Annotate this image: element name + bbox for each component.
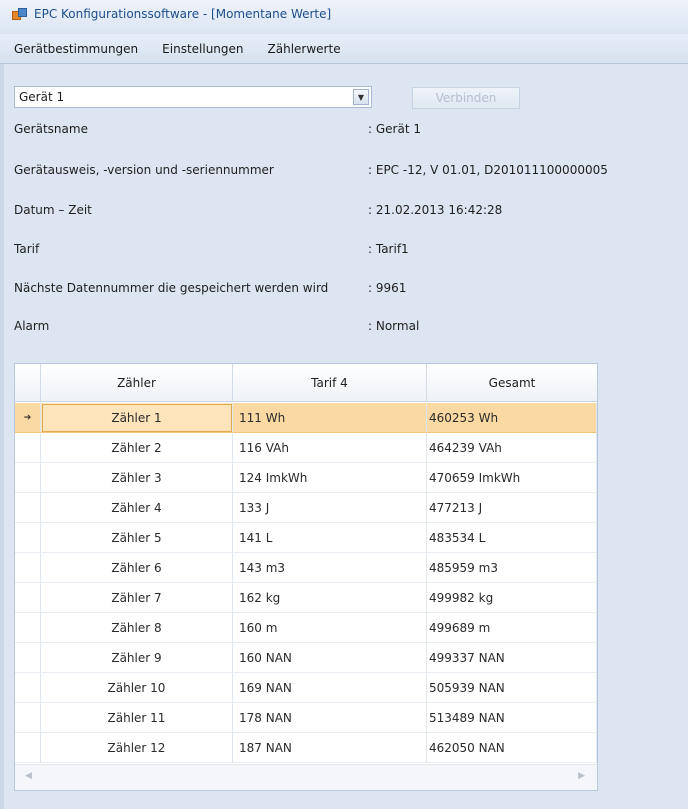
info-label-alarm: Alarm bbox=[14, 319, 50, 333]
table-row[interactable]: Zähler 7 162 kg 499982 kg bbox=[15, 583, 597, 613]
menu-zaehlerwerte[interactable]: Zählerwerte bbox=[268, 42, 341, 56]
horizontal-scrollbar[interactable]: ◀ ▶ bbox=[15, 764, 597, 790]
cell-tarif[interactable]: 169 NAN bbox=[233, 673, 427, 703]
cell-gesamt[interactable]: 470659 ImkWh bbox=[427, 463, 597, 493]
cell-zaehler[interactable]: Zähler 12 bbox=[41, 733, 233, 763]
table-row[interactable]: ➔ Zähler 1 111 Wh 460253 Wh bbox=[15, 403, 597, 433]
info-label-naechste-datennummer: Nächste Datennummer die gespeichert werd… bbox=[14, 281, 329, 295]
cell-zaehler[interactable]: Zähler 11 bbox=[41, 703, 233, 733]
row-selector[interactable] bbox=[15, 583, 41, 613]
title-bar: EPC Konfigurationssoftware - [Momentane … bbox=[0, 0, 688, 34]
cell-tarif[interactable]: 160 NAN bbox=[233, 643, 427, 673]
cell-gesamt[interactable]: 483534 L bbox=[427, 523, 597, 553]
cell-gesamt[interactable]: 499689 m bbox=[427, 613, 597, 643]
app-icon bbox=[12, 8, 28, 22]
table-row[interactable]: Zähler 5 141 L 483534 L bbox=[15, 523, 597, 553]
row-selector[interactable] bbox=[15, 673, 41, 703]
cell-zaehler[interactable]: Zähler 4 bbox=[41, 493, 233, 523]
device-select[interactable]: Gerät 1 ▼ bbox=[14, 86, 372, 108]
row-header-corner bbox=[15, 364, 41, 402]
scroll-right-icon[interactable]: ▶ bbox=[578, 771, 585, 781]
info-value-alarm: : Normal bbox=[368, 319, 420, 333]
table-row[interactable]: Zähler 8 160 m 499689 m bbox=[15, 613, 597, 643]
row-selector[interactable] bbox=[15, 613, 41, 643]
cell-tarif[interactable]: 111 Wh bbox=[233, 403, 427, 433]
cell-gesamt[interactable]: 477213 J bbox=[427, 493, 597, 523]
row-selector[interactable] bbox=[15, 553, 41, 583]
menu-bar: Gerätbestimmungen Einstellungen Zählerwe… bbox=[0, 34, 688, 64]
device-select-value: Gerät 1 bbox=[19, 90, 65, 104]
table-row[interactable]: Zähler 11 178 NAN 513489 NAN bbox=[15, 703, 597, 733]
table-row[interactable]: Zähler 2 116 VAh 464239 VAh bbox=[15, 433, 597, 463]
cell-zaehler[interactable]: Zähler 10 bbox=[41, 673, 233, 703]
cell-gesamt[interactable]: 505939 NAN bbox=[427, 673, 597, 703]
row-selector[interactable] bbox=[15, 703, 41, 733]
cell-tarif[interactable]: 187 NAN bbox=[233, 733, 427, 763]
column-header-gesamt[interactable]: Gesamt bbox=[427, 364, 597, 402]
scroll-left-icon[interactable]: ◀ bbox=[25, 771, 32, 781]
cell-zaehler[interactable]: Zähler 2 bbox=[41, 433, 233, 463]
menu-geraetbestimmungen[interactable]: Gerätbestimmungen bbox=[14, 42, 138, 56]
counter-table: Zähler Tarif 4 Gesamt ➔ Zähler 1 111 Wh 460… bbox=[14, 363, 598, 791]
column-header-tarif[interactable]: Tarif 4 bbox=[233, 364, 427, 402]
cell-gesamt[interactable]: 460253 Wh bbox=[427, 403, 597, 433]
info-label-datum-zeit: Datum – Zeit bbox=[14, 203, 92, 217]
cell-gesamt[interactable]: 513489 NAN bbox=[427, 703, 597, 733]
cell-zaehler[interactable]: Zähler 6 bbox=[41, 553, 233, 583]
connect-button[interactable]: Verbinden bbox=[412, 87, 520, 109]
info-value-datum-zeit: : 21.02.2013 16:42:28 bbox=[368, 203, 503, 217]
info-label-geraetausweis: Gerätausweis, -version und -seriennummer bbox=[14, 163, 274, 177]
info-value-geraetsname: : Gerät 1 bbox=[368, 122, 421, 136]
cell-gesamt[interactable]: 462050 NAN bbox=[427, 733, 597, 763]
row-selector[interactable] bbox=[15, 463, 41, 493]
cell-gesamt[interactable]: 464239 VAh bbox=[427, 433, 597, 463]
cell-gesamt[interactable]: 499337 NAN bbox=[427, 643, 597, 673]
cell-zaehler[interactable]: Zähler 3 bbox=[41, 463, 233, 493]
cell-zaehler[interactable]: Zähler 7 bbox=[41, 583, 233, 613]
info-value-geraetausweis: : EPC -12, V 01.01, D201011100000005 bbox=[368, 163, 608, 177]
info-value-naechste-datennummer: : 9961 bbox=[368, 281, 407, 295]
cell-tarif[interactable]: 160 m bbox=[233, 613, 427, 643]
cell-zaehler[interactable]: Zähler 8 bbox=[41, 613, 233, 643]
cell-tarif[interactable]: 124 ImkWh bbox=[233, 463, 427, 493]
row-selector[interactable] bbox=[15, 523, 41, 553]
table-row[interactable]: Zähler 6 143 m3 485959 m3 bbox=[15, 553, 597, 583]
chevron-down-icon[interactable]: ▼ bbox=[353, 89, 369, 105]
table-row[interactable]: Zähler 9 160 NAN 499337 NAN bbox=[15, 643, 597, 673]
info-value-tarif: : Tarif1 bbox=[368, 242, 409, 256]
cell-tarif[interactable]: 178 NAN bbox=[233, 703, 427, 733]
cell-zaehler[interactable]: Zähler 1 bbox=[41, 403, 233, 433]
column-header-zaehler[interactable]: Zähler bbox=[41, 364, 233, 402]
row-selector[interactable] bbox=[15, 493, 41, 523]
cell-gesamt[interactable]: 499982 kg bbox=[427, 583, 597, 613]
table-row[interactable]: Zähler 12 187 NAN 462050 NAN bbox=[15, 733, 597, 763]
row-selector[interactable] bbox=[15, 643, 41, 673]
table-row[interactable]: Zähler 4 133 J 477213 J bbox=[15, 493, 597, 523]
row-selector[interactable] bbox=[15, 433, 41, 463]
cell-tarif[interactable]: 116 VAh bbox=[233, 433, 427, 463]
cell-tarif[interactable]: 162 kg bbox=[233, 583, 427, 613]
app-window: EPC Konfigurationssoftware - [Momentane … bbox=[0, 0, 688, 809]
table-header: Zähler Tarif 4 Gesamt bbox=[15, 364, 597, 402]
cell-zaehler[interactable]: Zähler 5 bbox=[41, 523, 233, 553]
row-selector[interactable]: ➔ bbox=[15, 403, 41, 433]
row-selector[interactable] bbox=[15, 733, 41, 763]
cell-gesamt[interactable]: 485959 m3 bbox=[427, 553, 597, 583]
cell-zaehler[interactable]: Zähler 9 bbox=[41, 643, 233, 673]
menu-einstellungen[interactable]: Einstellungen bbox=[162, 42, 243, 56]
table-row[interactable]: Zähler 3 124 ImkWh 470659 ImkWh bbox=[15, 463, 597, 493]
cell-tarif[interactable]: 143 m3 bbox=[233, 553, 427, 583]
cell-tarif[interactable]: 141 L bbox=[233, 523, 427, 553]
info-label-tarif: Tarif bbox=[14, 242, 40, 256]
cell-tarif[interactable]: 133 J bbox=[233, 493, 427, 523]
window-title: EPC Konfigurationssoftware - [Momentane … bbox=[34, 7, 332, 21]
table-row[interactable]: Zähler 10 169 NAN 505939 NAN bbox=[15, 673, 597, 703]
row-selector-icon: ➔ bbox=[23, 412, 32, 423]
info-label-geraetsname: Gerätsname bbox=[14, 122, 88, 136]
